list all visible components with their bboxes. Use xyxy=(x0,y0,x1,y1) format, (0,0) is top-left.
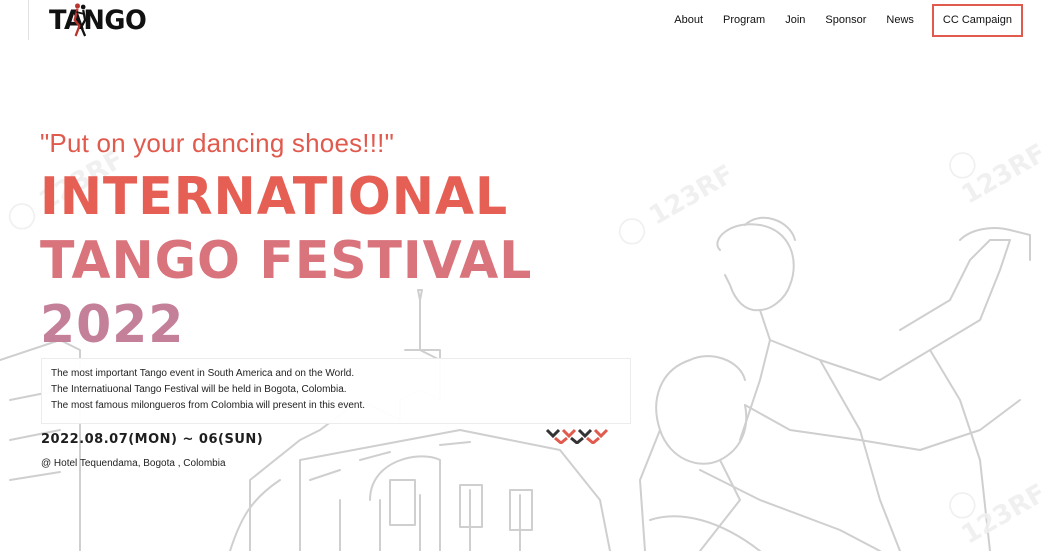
tango-logo[interactable]: TANGO xyxy=(49,3,147,38)
decorative-pattern xyxy=(545,428,609,444)
hero-title-line-3: 2022 xyxy=(40,295,185,355)
hero-tagline: "Put on your dancing shoes!!!" xyxy=(40,128,395,158)
nav-news[interactable]: News xyxy=(886,13,914,27)
hero-title-line-1: INTERNATIONAL xyxy=(40,167,509,227)
tango-dancers-logo-icon xyxy=(73,3,87,37)
left-divider xyxy=(28,0,29,40)
main-nav: About Program Join Sponsor News CC Campa… xyxy=(664,0,1048,40)
event-venue: @ Hotel Tequendama, Bogota , Colombia xyxy=(41,458,226,469)
cc-campaign-button[interactable]: CC Campaign xyxy=(931,3,1023,37)
nav-join[interactable]: Join xyxy=(785,13,805,27)
description-line: The Internatiuonal Tango Festival will b… xyxy=(51,384,347,395)
logo-text: TANGO xyxy=(49,5,147,36)
hero-title-line-2: TANGO FESTIVAL xyxy=(40,231,533,291)
nav-sponsor[interactable]: Sponsor xyxy=(825,13,866,27)
event-date: 2022.08.07(MON) ~ 06(SUN) xyxy=(41,432,264,447)
hero-description-box: The most important Tango event in South … xyxy=(41,358,631,424)
description-line: The most famous milongueros from Colombi… xyxy=(51,400,366,411)
nav-program[interactable]: Program xyxy=(723,13,765,27)
hero-title: INTERNATIONAL TANGO FESTIVAL 2022 xyxy=(40,165,532,357)
nav-about[interactable]: About xyxy=(674,13,703,27)
description-line: The most important Tango event in South … xyxy=(51,368,355,379)
